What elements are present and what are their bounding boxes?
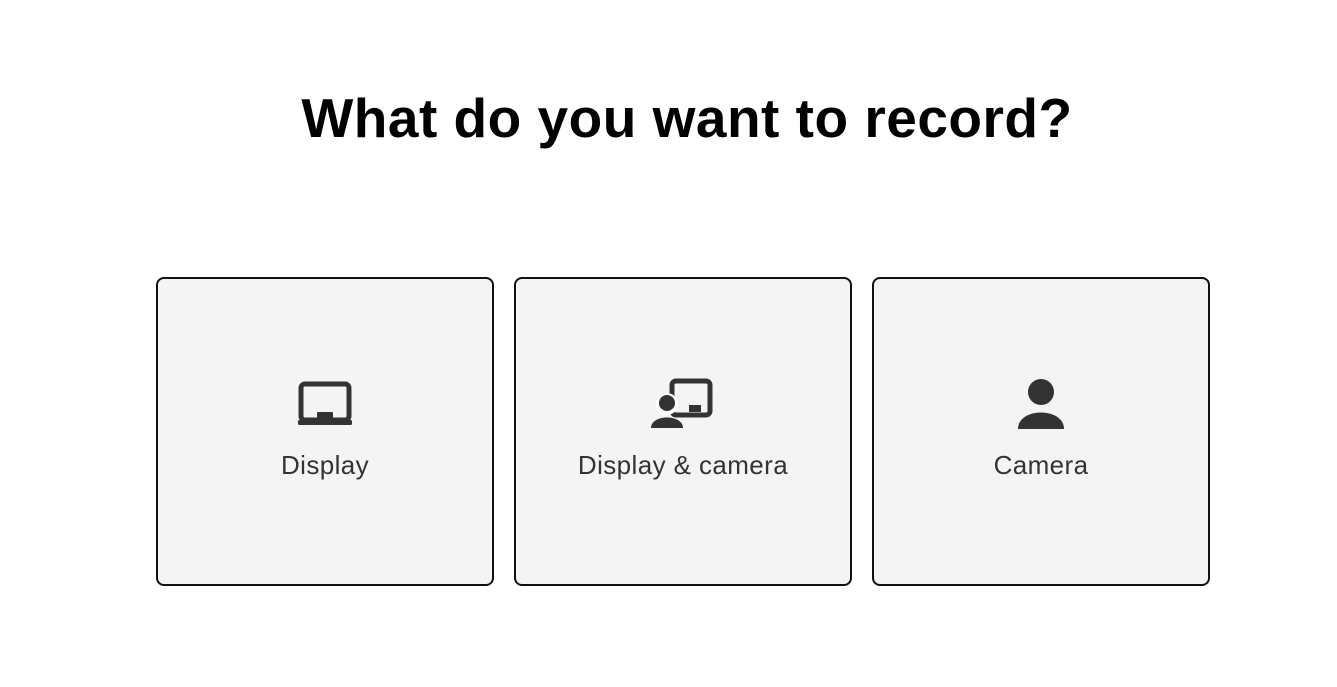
option-display-camera-button[interactable]: Display & camera [514, 277, 852, 586]
camera-person-icon [1009, 376, 1073, 432]
option-camera-button[interactable]: Camera [872, 277, 1210, 586]
recording-options: Display Display & camera Camera [156, 277, 1210, 586]
page-title: What do you want to record? [301, 87, 1073, 149]
display-camera-icon [651, 376, 715, 432]
option-label: Display & camera [577, 450, 789, 480]
display-icon [293, 376, 357, 432]
option-label: Camera [993, 450, 1089, 480]
option-display-button[interactable]: Display [156, 277, 494, 586]
option-label: Display [280, 450, 370, 480]
